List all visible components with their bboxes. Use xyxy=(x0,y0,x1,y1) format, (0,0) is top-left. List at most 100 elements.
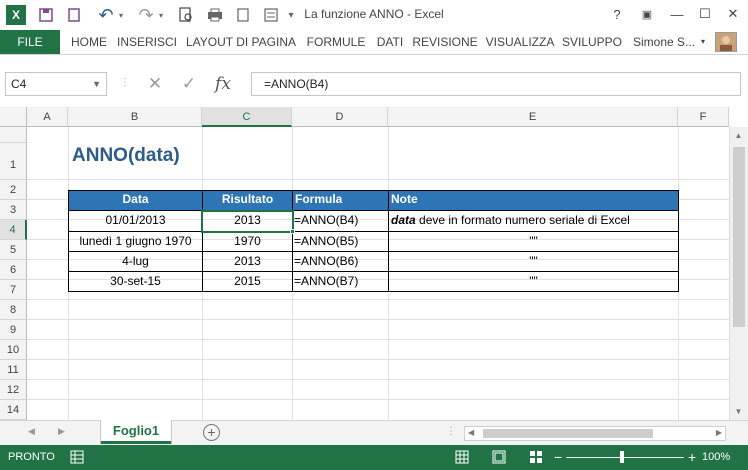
tab-home[interactable]: HOME xyxy=(64,30,114,54)
row-header-2[interactable]: 2 xyxy=(0,180,27,200)
macro-record-icon[interactable] xyxy=(70,450,84,467)
zoom-slider[interactable] xyxy=(566,457,684,458)
formula-input[interactable]: =ANNO(B4) xyxy=(251,72,741,96)
row-header-8[interactable]: 8 xyxy=(0,300,27,320)
row-header-5[interactable]: 5 xyxy=(0,240,27,260)
table-cell-data[interactable]: 30-set-15 xyxy=(69,272,202,292)
user-dropdown-icon[interactable]: ▾ xyxy=(698,30,708,54)
column-header-b[interactable]: B xyxy=(68,107,202,127)
title-bar: X ↶ ▾ ↷ ▾ ▾ La funzione ANNO - Excel ? ▣… xyxy=(0,0,748,30)
column-header-c[interactable]: C xyxy=(202,107,292,127)
table-cell-risultato[interactable]: 2013 xyxy=(203,252,292,272)
gridline xyxy=(27,379,729,380)
zoom-in-button[interactable]: + xyxy=(688,449,696,465)
tab-split-grip-icon[interactable]: ⋮ xyxy=(446,426,456,437)
zoom-level[interactable]: 100% xyxy=(702,451,730,463)
vertical-scrollbar-thumb[interactable] xyxy=(733,147,745,327)
table-cell-data[interactable]: 01/01/2013 xyxy=(69,211,202,231)
horizontal-scrollbar[interactable]: ◀ ▶ xyxy=(464,426,726,441)
name-box[interactable]: C4 ▼ xyxy=(5,72,107,96)
table-cell-note[interactable]: "" xyxy=(389,272,678,292)
row-header-14[interactable]: 14 xyxy=(0,400,27,420)
sheet-tabs-bar: ◀ ▶ Foglio1 + ⋮ ◀ ▶ xyxy=(0,420,748,445)
tab-visualizza[interactable]: VISUALIZZA xyxy=(484,30,556,54)
sheet-title-cell[interactable]: ANNO(data) xyxy=(72,145,180,167)
tab-sviluppo[interactable]: SVILUPPO xyxy=(561,30,623,54)
table-cell-formula[interactable]: =ANNO(B5) xyxy=(294,232,388,252)
ribbon-tabs: FILE HOME INSERISCI LAYOUT DI PAGINA FOR… xyxy=(0,30,748,55)
tab-formule[interactable]: FORMULE xyxy=(304,30,368,54)
select-all-corner[interactable] xyxy=(0,107,27,127)
table-cell-note[interactable]: "" xyxy=(389,232,678,252)
formula-bar-grip-icon: ⋮ xyxy=(120,77,130,88)
gridline xyxy=(27,299,729,300)
page-layout-view-icon[interactable] xyxy=(492,450,506,467)
horizontal-scrollbar-thumb[interactable] xyxy=(483,429,653,438)
scroll-up-icon[interactable]: ▲ xyxy=(730,131,747,140)
add-sheet-icon[interactable]: + xyxy=(203,424,220,441)
tab-revisione[interactable]: REVISIONE xyxy=(412,30,478,54)
row-header-7[interactable]: 7 xyxy=(0,280,27,300)
table-cell-formula[interactable]: =ANNO(B6) xyxy=(294,252,388,272)
row-header-11[interactable]: 11 xyxy=(0,360,27,380)
row-header-1[interactable]: 1 xyxy=(0,143,27,180)
row-header-12[interactable]: 12 xyxy=(0,380,27,400)
status-text: PRONTO xyxy=(8,451,55,463)
row-header-9[interactable]: 9 xyxy=(0,320,27,340)
table-cell-risultato[interactable]: 2015 xyxy=(203,272,292,292)
row-header-blank xyxy=(0,127,27,143)
enter-icon[interactable]: ✓ xyxy=(172,72,206,96)
scroll-down-icon[interactable]: ▼ xyxy=(730,407,747,416)
close-button[interactable]: ✕ xyxy=(722,4,744,24)
cancel-icon[interactable]: ✕ xyxy=(138,72,172,96)
worksheet-grid[interactable]: A B C D E F 1 2 3 4 5 6 7 8 9 10 11 12 1… xyxy=(0,107,748,420)
help-button[interactable]: ? xyxy=(606,4,628,24)
prev-sheet-icon[interactable]: ◀ xyxy=(28,426,35,437)
name-box-dropdown-icon[interactable]: ▼ xyxy=(92,73,101,95)
table-cell-data[interactable]: 4-lug xyxy=(69,252,202,272)
row-header-6[interactable]: 6 xyxy=(0,260,27,280)
row-header-4[interactable]: 4 xyxy=(0,220,27,240)
column-header-f[interactable]: F xyxy=(678,107,729,127)
vertical-scrollbar[interactable]: ▲ ▼ xyxy=(729,127,748,420)
minimize-button[interactable]: — xyxy=(666,4,688,24)
formula-bar: C4 ▼ ⋮ ✕ ✓ fx =ANNO(B4) xyxy=(0,55,748,107)
normal-view-icon[interactable] xyxy=(455,450,469,467)
sheet-tab-foglio1[interactable]: Foglio1 xyxy=(101,420,171,444)
fill-handle[interactable] xyxy=(290,229,295,234)
zoom-out-button[interactable]: − xyxy=(554,449,562,465)
status-bar: PRONTO − + 100% xyxy=(0,445,748,470)
column-header-e[interactable]: E xyxy=(388,107,678,127)
avatar[interactable] xyxy=(715,32,737,52)
scroll-left-icon[interactable]: ◀ xyxy=(468,428,474,437)
next-sheet-icon[interactable]: ▶ xyxy=(58,426,65,437)
table-cell-risultato[interactable]: 1970 xyxy=(203,232,292,252)
insert-function-icon[interactable]: fx xyxy=(206,72,240,96)
user-account-name[interactable]: Simone S... xyxy=(633,30,699,54)
tab-dati[interactable]: DATI xyxy=(372,30,408,54)
ribbon-display-options-button[interactable]: ▣ xyxy=(636,4,658,24)
tab-layout-di-pagina[interactable]: LAYOUT DI PAGINA xyxy=(184,30,298,54)
table-cell-data[interactable]: lunedì 1 giugno 1970 xyxy=(69,232,202,252)
gridline xyxy=(27,179,729,180)
maximize-button[interactable]: ☐ xyxy=(694,4,716,24)
note-text: deve in formato numero seriale di Excel xyxy=(415,213,630,227)
table-cell-formula[interactable]: =ANNO(B7) xyxy=(294,272,388,292)
page-break-view-icon[interactable] xyxy=(529,450,543,467)
scroll-right-icon[interactable]: ▶ xyxy=(716,428,722,437)
tab-inserisci[interactable]: INSERISCI xyxy=(117,30,177,54)
row-header-3[interactable]: 3 xyxy=(0,200,27,220)
note-bold-word: data xyxy=(391,213,416,227)
formula-buttons: ✕ ✓ fx xyxy=(138,72,250,96)
table-cell-note[interactable]: "" xyxy=(389,252,678,272)
row-header-10[interactable]: 10 xyxy=(0,340,27,360)
gridline xyxy=(27,339,729,340)
tab-file[interactable]: FILE xyxy=(0,30,60,54)
column-header-a[interactable]: A xyxy=(27,107,68,127)
table-cell-formula[interactable]: =ANNO(B4) xyxy=(294,211,388,231)
table-cell-note[interactable]: data deve in formato numero seriale di E… xyxy=(391,211,678,231)
zoom-slider-thumb[interactable] xyxy=(620,451,624,463)
gridline xyxy=(27,359,729,360)
active-cell-border xyxy=(201,210,294,233)
column-header-d[interactable]: D xyxy=(292,107,388,127)
